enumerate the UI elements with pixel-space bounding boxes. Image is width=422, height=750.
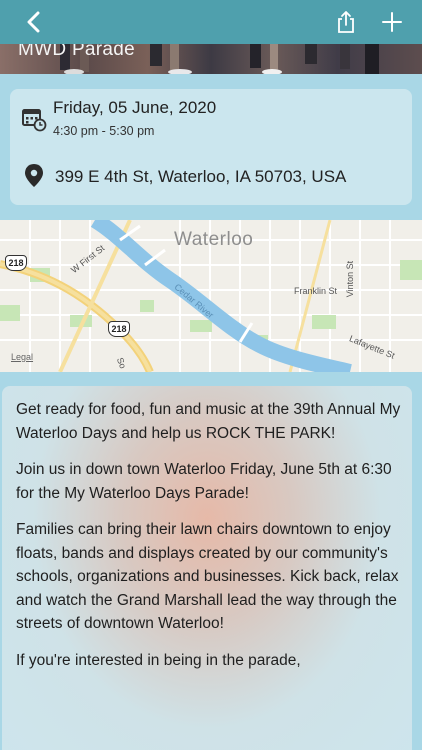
location-map[interactable]: Waterloo W First St Franklin St Vinton S…: [0, 220, 422, 372]
share-icon: [338, 11, 354, 33]
map-city-label: Waterloo: [174, 229, 254, 250]
hero-image: MWD Parade: [0, 44, 422, 74]
plus-icon: [382, 12, 402, 32]
calendar-clock-icon: [21, 106, 47, 132]
description-paragraph: If you're interested in being in the par…: [16, 651, 301, 669]
event-title: MWD Parade: [18, 44, 136, 60]
description-paragraph: Families can bring their lawn chairs dow…: [16, 521, 399, 632]
map-pin-icon: [23, 163, 49, 189]
share-button[interactable]: [330, 6, 362, 38]
highway-shield-218-a: 218: [5, 255, 27, 271]
event-address[interactable]: 399 E 4th St, Waterloo, IA 50703, USA: [55, 167, 346, 187]
description-card: Get ready for food, fun and music at the…: [2, 386, 412, 750]
description-paragraph: Join us in down town Waterloo Friday, Ju…: [16, 461, 392, 502]
back-button[interactable]: [18, 6, 50, 38]
event-details-card: Friday, 05 June, 2020 4:30 pm - 5:30 pm …: [10, 89, 412, 205]
top-nav-bar: [0, 0, 422, 44]
chevron-left-icon: [27, 11, 40, 33]
add-button[interactable]: [376, 6, 408, 38]
street-label-vinton: Vinton St: [345, 260, 356, 298]
event-date: Friday, 05 June, 2020: [53, 98, 217, 117]
street-label-franklin: Franklin St: [294, 286, 338, 296]
description-text: Get ready for food, fun and music at the…: [16, 398, 406, 685]
event-time: 4:30 pm - 5:30 pm: [53, 124, 155, 138]
highway-shield-218-b: 218: [108, 321, 130, 337]
map-legal-link[interactable]: Legal: [11, 352, 33, 362]
description-paragraph: Get ready for food, fun and music at the…: [16, 401, 401, 442]
